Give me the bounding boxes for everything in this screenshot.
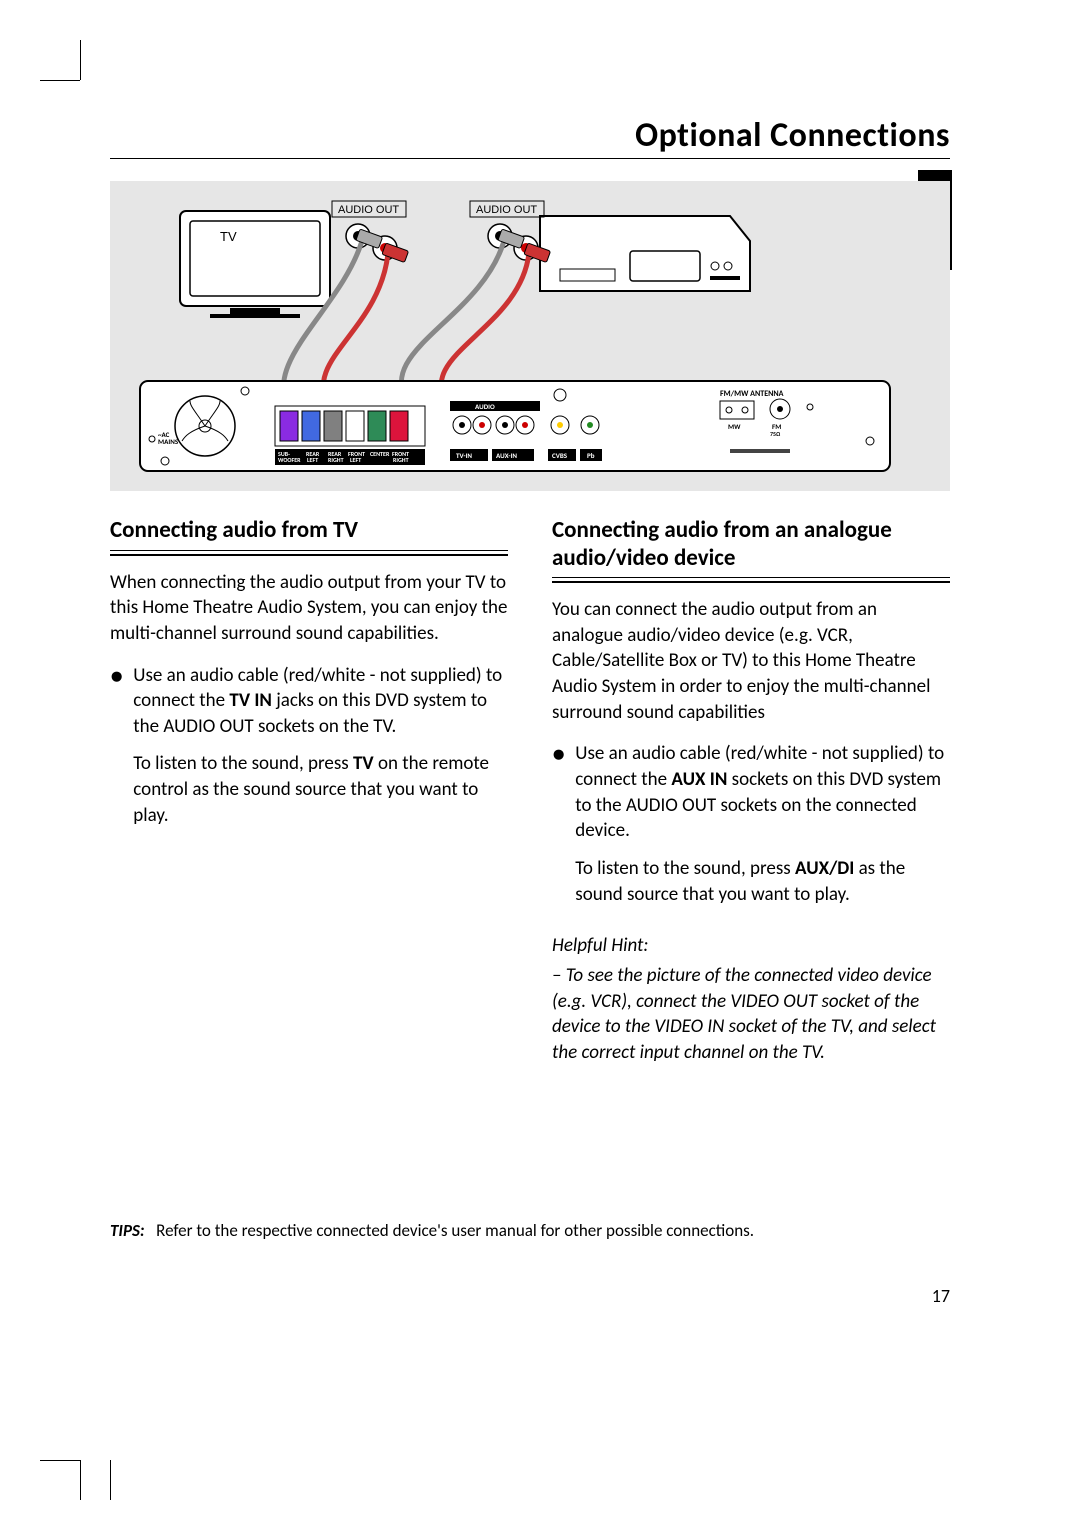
left-intro: When connecting the audio output from yo… <box>110 570 508 647</box>
svg-text:RIGHT: RIGHT <box>328 456 344 464</box>
svg-text:CVBS: CVBS <box>552 451 568 460</box>
page-content: Optional Connections English TV AUDIO OU… <box>110 115 950 1081</box>
speaker-terminals <box>275 406 425 446</box>
right-heading: Connecting audio from an analogue audio/… <box>552 517 950 575</box>
left-column: Connecting audio from TV When connecting… <box>110 517 508 1081</box>
page-number: 17 <box>932 1285 950 1307</box>
tv-label: TV <box>220 229 237 244</box>
tips-body: Refer to the respective connected device… <box>156 1220 754 1241</box>
svg-text:AUDIO OUT: AUDIO OUT <box>338 204 399 216</box>
svg-text:MW: MW <box>728 422 741 431</box>
diagram-svg: TV AUDIO OUT <box>110 181 950 491</box>
bullet-body: Use an audio cable (red/white - not supp… <box>133 663 508 841</box>
right-bullet-text: Use an audio cable (red/white - not supp… <box>575 741 950 844</box>
heading-rule <box>552 577 950 583</box>
right-bullet: ● Use an audio cable (red/white - not su… <box>552 741 950 919</box>
svg-text:Pb: Pb <box>587 451 595 460</box>
svg-text:CENTER: CENTER <box>370 450 390 458</box>
heading-rule <box>110 550 508 556</box>
svg-text:TV-IN: TV-IN <box>456 451 472 460</box>
svg-text:AUDIO: AUDIO <box>475 402 495 411</box>
svg-text:FM/MW ANTENNA: FM/MW ANTENNA <box>720 389 784 399</box>
svg-text:AUX-IN: AUX-IN <box>496 451 517 460</box>
svg-text:WOOFER: WOOFER <box>278 456 301 464</box>
svg-text:75Ω: 75Ω <box>770 430 780 438</box>
bullet-icon: ● <box>110 663 123 841</box>
tips-label: TIPS: <box>110 1220 145 1241</box>
left-heading: Connecting audio from TV <box>110 517 508 548</box>
svg-text:AUDIO OUT: AUDIO OUT <box>476 204 537 216</box>
hint-label: Helpful Hint: <box>552 933 950 959</box>
external-device-icon <box>540 216 750 291</box>
svg-text:LEFT: LEFT <box>307 456 318 464</box>
hint-body: – To see the picture of the connected vi… <box>552 963 950 1066</box>
bullet-body: Use an audio cable (red/white - not supp… <box>575 741 950 919</box>
svg-text:LEFT: LEFT <box>350 456 361 464</box>
title-rule: Optional Connections <box>110 115 950 159</box>
connection-diagram: TV AUDIO OUT <box>110 181 950 491</box>
rear-panel: ~AC MAINS SUB-WOOFER REARLE <box>140 381 890 471</box>
right-column: Connecting audio from an analogue audio/… <box>552 517 950 1081</box>
bullet-icon: ● <box>552 741 565 919</box>
left-bullet: ● Use an audio cable (red/white - not su… <box>110 663 508 841</box>
svg-text:MAINS: MAINS <box>158 437 179 446</box>
left-bullet-text-2: To listen to the sound, press TV on the … <box>133 751 508 828</box>
right-intro: You can connect the audio output from an… <box>552 597 950 725</box>
right-bullet-text-2: To listen to the sound, press AUX/DI as … <box>575 856 950 907</box>
svg-text:RIGHT: RIGHT <box>393 456 409 464</box>
tips-footer: TIPS: Refer to the respective connected … <box>110 1220 950 1241</box>
left-bullet-text: Use an audio cable (red/white - not supp… <box>133 663 508 740</box>
tv-icon: TV <box>180 211 330 318</box>
page-title: Optional Connections <box>110 115 950 156</box>
